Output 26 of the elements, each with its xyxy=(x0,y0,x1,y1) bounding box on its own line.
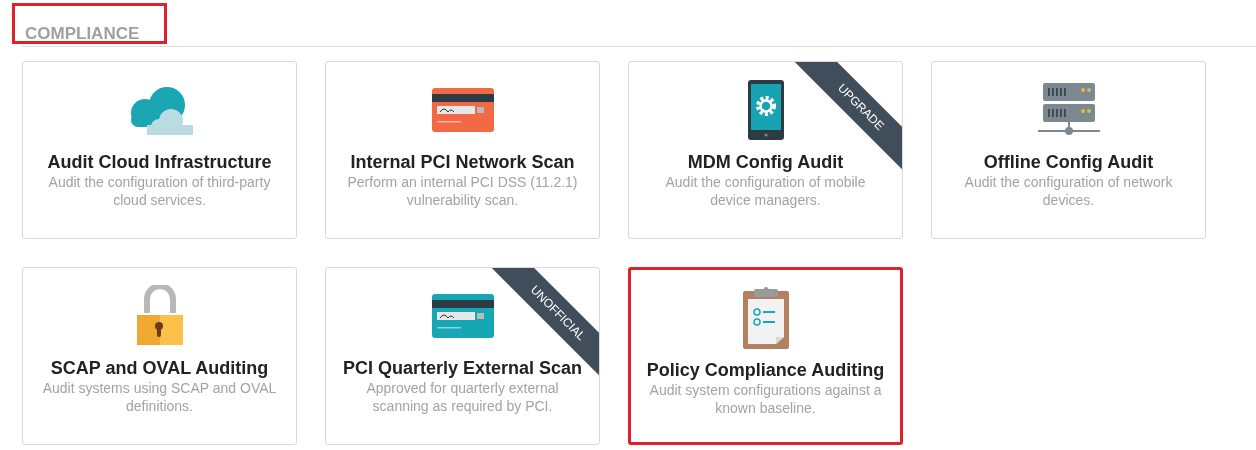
card-title: Policy Compliance Auditing xyxy=(646,360,885,380)
card-title: Offline Config Audit xyxy=(983,152,1154,172)
card-title: PCI Quarterly External Scan xyxy=(342,358,583,378)
credit-card-icon xyxy=(431,294,494,338)
scan-template-card[interactable]: Internal PCI Network Scan Perform an internal PCI DSS (11.2.1) vulnerability scan. xyxy=(325,61,600,239)
scan-template-card[interactable]: SCAP and OVAL Auditing Audit systems using SCAP and OVAL definitions. xyxy=(22,267,297,445)
server-icon xyxy=(1037,83,1100,137)
card-description: Audit system configurations against a known baseline. xyxy=(648,381,883,417)
card-title: Audit Cloud Infrastructure xyxy=(47,152,272,172)
scan-template-card[interactable]: Audit Cloud Infrastructure Audit the configuration of third-party cloud services. xyxy=(22,61,297,239)
padlock-icon xyxy=(136,285,183,347)
credit-card-icon xyxy=(431,88,494,132)
card-description: Audit the configuration of network devices. xyxy=(963,173,1174,209)
clipboard-checklist-icon xyxy=(742,287,789,349)
card-description: Approved for quarterly external scanning as required by PCI. xyxy=(365,379,560,415)
section-heading: COMPLIANCE xyxy=(12,3,167,44)
card-description: Audit systems using SCAP and OVAL definitions. xyxy=(41,379,278,415)
card-description: Audit the configuration of mobile device managers. xyxy=(664,173,867,209)
card-title: Internal PCI Network Scan xyxy=(350,152,575,172)
phone-gear-icon xyxy=(747,80,784,140)
card-title: SCAP and OVAL Auditing xyxy=(50,358,269,378)
card-description: Audit the configuration of third-party cloud services. xyxy=(47,173,272,209)
card-title: MDM Config Audit xyxy=(687,152,844,172)
scan-template-card[interactable]: Policy Compliance Auditing Audit system configurations against a known baseline. xyxy=(628,267,903,445)
card-description: Perform an internal PCI DSS (11.2.1) vulnerability scan. xyxy=(346,173,579,209)
scan-template-card[interactable]: Offline Config Audit Audit the configuration of network devices. xyxy=(931,61,1206,239)
